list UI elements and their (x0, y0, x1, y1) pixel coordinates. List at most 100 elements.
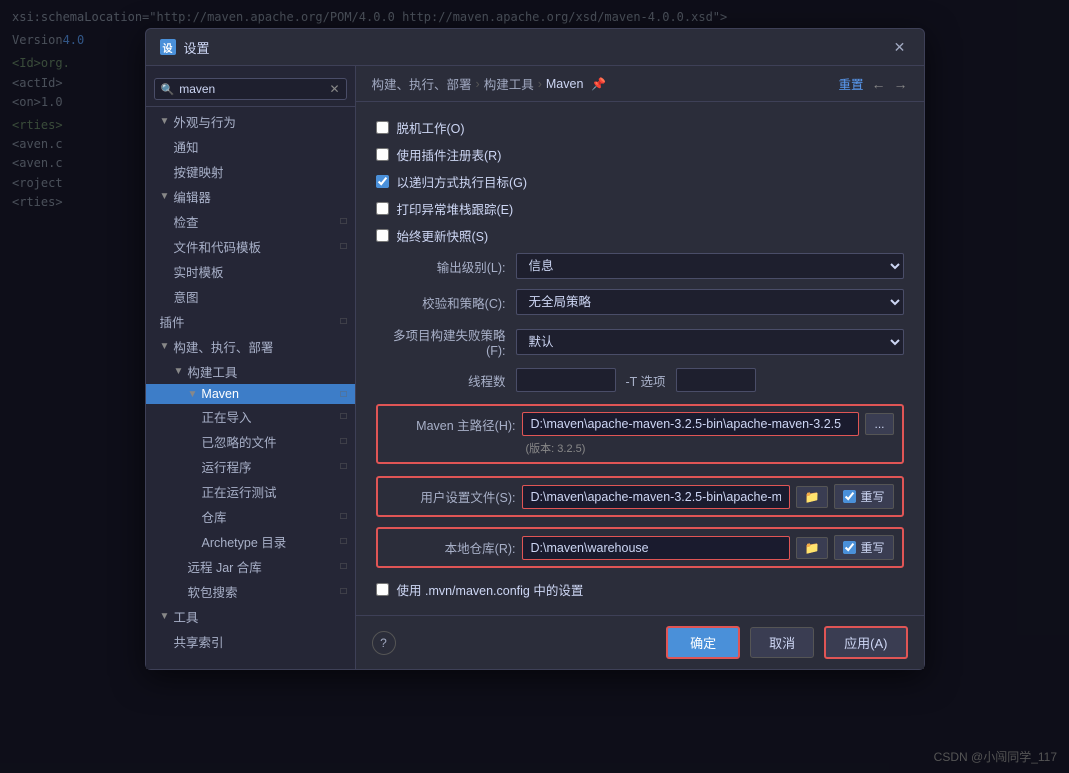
search-input[interactable] (179, 82, 324, 96)
maven-home-input[interactable] (522, 412, 860, 436)
reset-button[interactable]: 重置 (838, 74, 863, 93)
stacktrace-checkbox[interactable] (376, 202, 389, 215)
sidebar-item-label: 构建工具 (187, 362, 237, 381)
multi-fail-policy-label: 多项目构建失败策略(F): (376, 325, 506, 358)
sidebar-item-label: 插件 (160, 312, 185, 331)
local-repo-browse-button[interactable]: 📁 (796, 537, 829, 559)
dialog-close-button[interactable]: ✕ (890, 37, 910, 57)
sidebar-item-archetype[interactable]: Archetype 目录 □ (146, 529, 355, 554)
sidebar-item-appearance[interactable]: ▼ 外观与行为 (146, 109, 355, 134)
dialog-body: 🔍 ✕ ▼ 外观与行为 通知 按键映射 (146, 66, 924, 669)
sidebar-item-label: 检查 (174, 212, 199, 231)
thread-count-input[interactable] (516, 368, 616, 392)
local-repo-override-checkbox[interactable] (843, 541, 856, 554)
expand-icon: ▼ (174, 366, 184, 377)
checksum-policy-select[interactable]: 无全局策略严格警告 (516, 289, 904, 315)
breadcrumb-item-3: Maven (546, 77, 584, 91)
dialog-titlebar: 设 设置 ✕ (146, 29, 924, 66)
config-icon: □ (340, 511, 346, 522)
checksum-policy-label: 校验和策略(C): (376, 293, 506, 312)
breadcrumb-bar: 构建、执行、部署 › 构建工具 › Maven 📌 重置 ← → (356, 66, 924, 102)
expand-icon: ▼ (188, 389, 198, 400)
mvn-config-checkbox[interactable] (376, 583, 389, 596)
local-repo-row: 本地仓库(R): 📁 重写 (386, 535, 894, 560)
breadcrumb: 构建、执行、部署 › 构建工具 › Maven 📌 (372, 74, 607, 93)
ok-button[interactable]: 确定 (666, 626, 740, 659)
multi-fail-policy-row: 多项目构建失败策略(F): 默认失败最快永不失败 (376, 325, 904, 358)
footer-left: ? (372, 631, 396, 655)
mvn-config-row: 使用 .mvn/maven.config 中的设置 (376, 580, 904, 599)
recursive-label: 以递归方式执行目标(G) (397, 172, 528, 191)
config-icon: □ (340, 461, 346, 472)
back-button[interactable]: ← (872, 76, 886, 92)
sidebar-item-inspection[interactable]: 检查 □ (146, 209, 355, 234)
recursive-checkbox[interactable] (376, 175, 389, 188)
sidebar-item-label: 远程 Jar 合库 (188, 557, 262, 576)
search-clear-icon[interactable]: ✕ (329, 82, 339, 96)
sidebar-item-label: 构建、执行、部署 (173, 337, 273, 356)
watermark: CSDN @小闯同学_117 (934, 748, 1057, 765)
sidebar-item-intentions[interactable]: 意图 (146, 284, 355, 309)
sidebar-item-live-templates[interactable]: 实时模板 (146, 259, 355, 284)
local-repo-input[interactable] (522, 536, 790, 560)
tree-section: ▼ 外观与行为 通知 按键映射 ▼ 编辑器 检查 □ (146, 107, 355, 656)
help-button[interactable]: ? (372, 631, 396, 655)
local-repo-override-wrap: 重写 (834, 535, 893, 560)
sidebar-item-maven[interactable]: ▼ Maven □ (146, 384, 355, 404)
sidebar-item-notifications[interactable]: 通知 (146, 134, 355, 159)
sidebar-item-file-templates[interactable]: 文件和代码模板 □ (146, 234, 355, 259)
breadcrumb-actions: 重置 ← → (838, 74, 907, 93)
config-icon: □ (340, 241, 346, 252)
user-settings-override-wrap: 重写 (834, 484, 893, 509)
t-option-label: -T 选项 (626, 371, 666, 390)
user-settings-browse-button[interactable]: 📁 (796, 486, 829, 508)
sidebar-item-build-exec[interactable]: ▼ 构建、执行、部署 (146, 334, 355, 359)
output-level-label: 输出级别(L): (376, 257, 506, 276)
offline-checkbox[interactable] (376, 121, 389, 134)
sidebar-item-label: 按键映射 (174, 162, 224, 181)
plugin-registry-checkbox[interactable] (376, 148, 389, 161)
sidebar-item-tools[interactable]: ▼ 工具 (146, 604, 355, 629)
sidebar-item-package-search[interactable]: 软包搜索 □ (146, 579, 355, 604)
mvn-config-label: 使用 .mvn/maven.config 中的设置 (397, 580, 584, 599)
multi-fail-policy-wrap: 默认失败最快永不失败 (516, 329, 904, 355)
sidebar-item-plugins[interactable]: 插件 □ (146, 309, 355, 334)
sidebar-item-ignored-files[interactable]: 已忽略的文件 □ (146, 429, 355, 454)
apply-button[interactable]: 应用(A) (824, 626, 907, 659)
config-icon: □ (340, 411, 346, 422)
sidebar-item-label: 实时模板 (174, 262, 224, 281)
local-repo-wrap: 📁 重写 (522, 535, 894, 560)
output-level-select[interactable]: 信息调试安静 (516, 253, 904, 279)
sidebar-item-shared-index[interactable]: 共享索引 (146, 629, 355, 654)
checkbox-row-plugin-registry: 使用插件注册表(R) (376, 145, 904, 164)
update-snapshots-checkbox[interactable] (376, 229, 389, 242)
sidebar-item-remote-jar[interactable]: 远程 Jar 合库 □ (146, 554, 355, 579)
breadcrumb-item-1[interactable]: 构建、执行、部署 (372, 74, 472, 93)
sidebar-item-editor[interactable]: ▼ 编辑器 (146, 184, 355, 209)
dialog-overlay: 设 设置 ✕ 🔍 ✕ (0, 0, 1069, 773)
t-option-input[interactable] (676, 368, 756, 392)
sidebar-item-repos[interactable]: 仓库 □ (146, 504, 355, 529)
sidebar-item-running-tests[interactable]: 正在运行测试 (146, 479, 355, 504)
sidebar-item-keymap[interactable]: 按键映射 (146, 159, 355, 184)
sidebar-item-label: 工具 (173, 607, 198, 626)
sidebar-item-build-tools[interactable]: ▼ 构建工具 (146, 359, 355, 384)
content-area: 构建、执行、部署 › 构建工具 › Maven 📌 重置 ← → (356, 66, 924, 669)
user-settings-override-checkbox[interactable] (843, 490, 856, 503)
multi-fail-policy-select[interactable]: 默认失败最快永不失败 (516, 329, 904, 355)
plugin-registry-label: 使用插件注册表(R) (397, 145, 502, 164)
sidebar-item-importing[interactable]: 正在导入 □ (146, 404, 355, 429)
user-settings-input[interactable] (522, 485, 790, 509)
user-settings-override-label: 重写 (860, 488, 884, 505)
expand-icon: ▼ (160, 341, 170, 352)
sidebar-item-label: 通知 (174, 137, 199, 156)
breadcrumb-item-2[interactable]: 构建工具 (484, 74, 534, 93)
local-repo-override-label: 重写 (860, 539, 884, 556)
maven-home-browse-button[interactable]: ... (865, 413, 893, 435)
forward-button[interactable]: → (894, 76, 908, 92)
cancel-button[interactable]: 取消 (750, 627, 814, 658)
sidebar: 🔍 ✕ ▼ 外观与行为 通知 按键映射 (146, 66, 356, 669)
sidebar-item-runner[interactable]: 运行程序 □ (146, 454, 355, 479)
thread-count-row: 线程数 -T 选项 (376, 368, 904, 392)
sidebar-item-label: 共享索引 (174, 632, 224, 651)
